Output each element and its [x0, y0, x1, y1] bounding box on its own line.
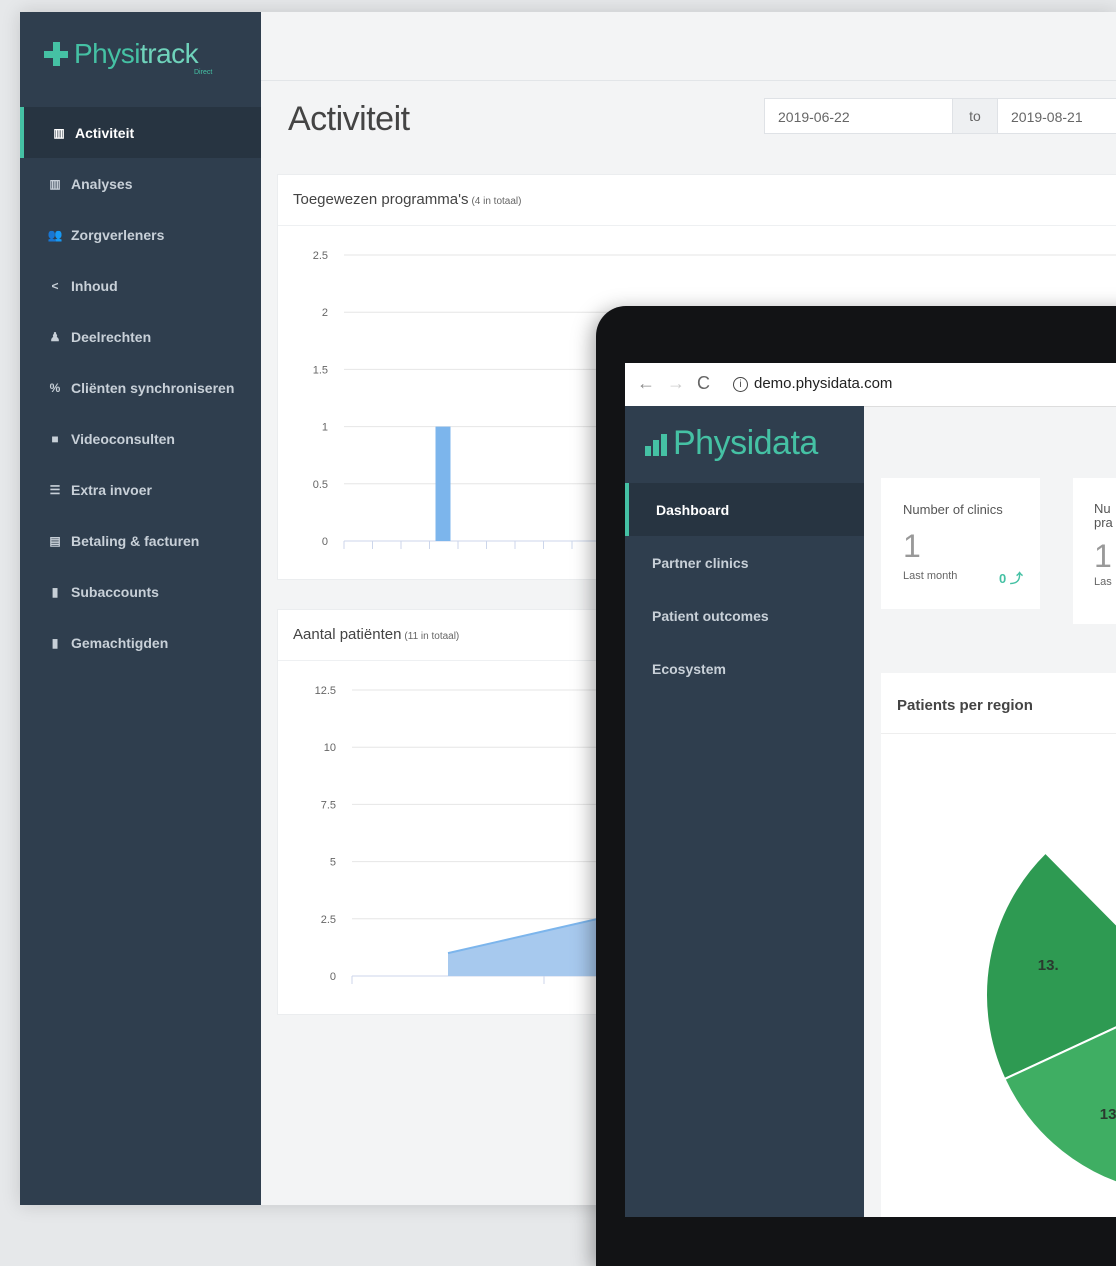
sidebar-item-label: Analyses — [71, 175, 133, 192]
reload-icon[interactable]: C — [697, 373, 710, 394]
stat-value: 1 — [1094, 538, 1112, 574]
sidebar: Physitrack Direct ▥ Activiteit ▥ Analyses 👥 Z… — [20, 12, 261, 1205]
date-to-label: to — [953, 98, 997, 134]
physidata-main: Number of clinics 1 Last month 0 ⤴ Nu pra… — [864, 406, 1116, 1217]
physidata-nav-ecosystem[interactable]: Ecosystem — [625, 642, 864, 695]
back-arrow-icon[interactable]: ← — [637, 373, 655, 394]
card-title: Toegewezen programma's (4 in totaal) — [293, 191, 522, 208]
sidebar-item-label: Deelrechten — [71, 328, 152, 345]
sidebar-item-label: Cliënten synchroniseren — [71, 379, 235, 396]
stat-card-clinics: Number of clinics 1 Last month 0 ⤴ — [881, 478, 1040, 609]
card-header: Patients per region — [881, 673, 1116, 734]
sidebar-item-activiteit[interactable]: ▥ Activiteit — [20, 107, 261, 158]
forward-arrow-icon[interactable]: → — [667, 373, 685, 394]
pie-label: 13. — [1038, 957, 1059, 974]
sidebar-item-label: Betaling & facturen — [71, 532, 200, 549]
physidata-nav-dashboard[interactable]: Dashboard — [625, 483, 864, 536]
sidebar-item-betaling-facturen[interactable]: ▤ Betaling & facturen — [20, 515, 261, 566]
date-from-input[interactable]: 2019-06-22 — [764, 98, 953, 134]
stat-value: 1 — [903, 528, 921, 564]
y-tick-label: 1 — [322, 422, 328, 434]
y-tick-label: 10 — [324, 742, 336, 754]
physidata-nav-partner-clinics[interactable]: Partner clinics — [625, 536, 864, 589]
y-tick-label: 0.5 — [313, 479, 328, 491]
date-to-input[interactable]: 2019-08-21 — [997, 98, 1116, 134]
share-icon: < — [51, 278, 59, 293]
sidebar-item-inhoud[interactable]: < Inhoud — [20, 260, 261, 311]
file-icon: ▤ — [49, 533, 61, 548]
y-tick-label: 0 — [330, 971, 336, 983]
card-patients-per-region: Patients per region 13.13.9%14% — [881, 673, 1116, 1217]
logo-subtext: Direct — [194, 69, 213, 76]
y-tick-label: 2.5 — [321, 914, 336, 926]
card-header: Toegewezen programma's (4 in totaal) — [278, 175, 1116, 226]
address-field[interactable]: i demo.physidata.com — [733, 375, 892, 392]
stat-sub: Las — [1094, 576, 1112, 588]
card-title: Aantal patiënten (11 in totaal) — [293, 626, 460, 643]
building-icon: ▮ — [51, 635, 59, 650]
info-icon: i — [733, 376, 748, 392]
sidebar-item-label: Gemachtigden — [71, 634, 169, 651]
y-tick-label: 2.5 — [313, 250, 328, 262]
sidebar-item-zorgverleners[interactable]: 👥 Zorgverleners — [20, 209, 261, 260]
card-title: Patients per region — [897, 697, 1033, 714]
stat-label: Number of clinics — [903, 502, 1003, 517]
sidebar-item-label: Activiteit — [75, 124, 135, 141]
sidebar-item-label: Subaccounts — [71, 583, 159, 600]
logo-text: Physitrack — [74, 38, 199, 69]
pie-label: 13.9% — [1100, 1106, 1116, 1123]
sidebar-item-videoconsulten[interactable]: ■ Videoconsulten — [20, 413, 261, 464]
physidata-logo[interactable]: Physidata — [645, 424, 818, 463]
physidata-browser: ← → C i demo.physidata.com Physidata Dash… — [625, 363, 1116, 1217]
y-tick-label: 5 — [330, 857, 336, 869]
physidata-sidebar: Physidata Dashboard Partner clinics Patien… — [625, 406, 864, 1217]
stat-card-practitioners: Nu pra 1 Las — [1073, 478, 1116, 624]
users-icon: 👥 — [47, 227, 63, 242]
sidebar-item-label: Zorgverleners — [71, 226, 165, 243]
physidata-nav-patient-outcomes[interactable]: Patient outcomes — [625, 589, 864, 642]
y-tick-label: 0 — [322, 536, 328, 548]
y-tick-label: 12.5 — [315, 685, 336, 697]
sidebar-item-analyses[interactable]: ▥ Analyses — [20, 158, 261, 209]
patients-per-region-pie: 13.13.9%14% — [985, 851, 1116, 1184]
video-icon: ■ — [51, 431, 59, 446]
sidebar-item-subaccounts[interactable]: ▮ Subaccounts — [20, 566, 261, 617]
y-tick-label: 7.5 — [321, 799, 336, 811]
stat-label: Nu pra — [1094, 501, 1113, 530]
percent-icon: % — [49, 380, 61, 395]
sidebar-item-deelrechten[interactable]: ♟ Deelrechten — [20, 311, 261, 362]
page-title: Activiteit — [288, 100, 410, 138]
y-tick-label: 1.5 — [313, 364, 328, 376]
stat-delta: 0 ⤴ — [999, 571, 1023, 586]
y-tick-label: 2 — [322, 307, 328, 319]
sidebar-item-gemachtigden[interactable]: ▮ Gemachtigden — [20, 617, 261, 668]
building-icon: ▮ — [51, 584, 59, 599]
sidebar-item-extra-invoer[interactable]: ☰ Extra invoer — [20, 464, 261, 515]
bar-chart-icon — [645, 434, 669, 456]
bar[interactable] — [435, 426, 451, 541]
top-bar — [261, 12, 1116, 81]
list-icon: ☰ — [49, 482, 61, 497]
sidebar-item-cli-nten-synchroniseren[interactable]: % Cliënten synchroniseren — [20, 362, 261, 413]
sidebar-item-label: Inhoud — [71, 277, 118, 294]
sidebar-item-label: Extra invoer — [71, 481, 152, 498]
sidebar-nav: ▥ Activiteit ▥ Analyses 👥 Zorgverleners < Inhou… — [20, 107, 261, 668]
stat-sub: Last month — [903, 570, 958, 582]
sidebar-item-label: Videoconsulten — [71, 430, 175, 447]
cross-icon — [44, 42, 68, 66]
browser-url-bar: ← → C i demo.physidata.com — [625, 363, 1116, 407]
bar-chart-icon: ▥ — [49, 176, 61, 191]
bar-chart-icon: ▥ — [53, 125, 65, 140]
user-icon: ♟ — [49, 329, 61, 344]
